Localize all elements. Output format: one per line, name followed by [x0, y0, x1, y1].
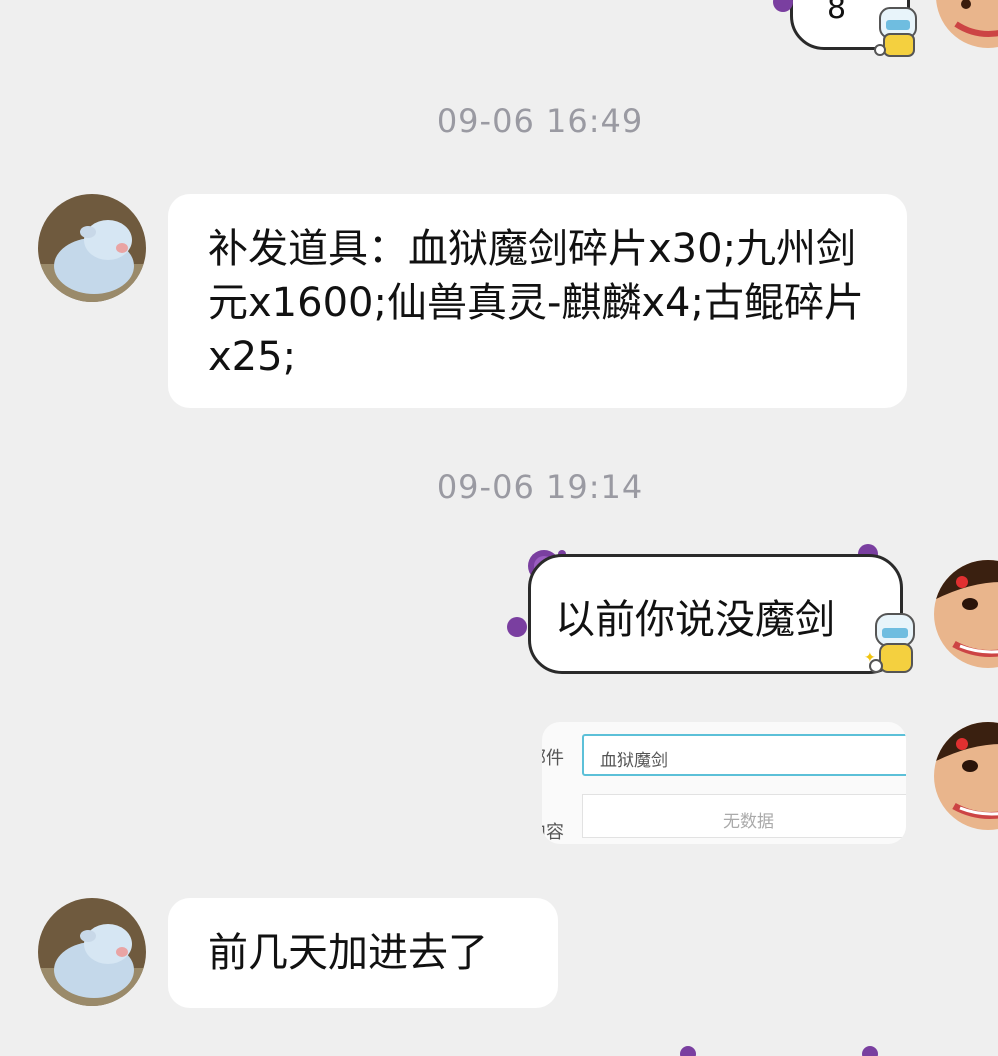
field-label-mail: 邮件: [542, 748, 564, 769]
timestamp-2: 09-06 19:14: [436, 468, 644, 506]
avatar-self-top[interactable]: [936, 0, 998, 48]
search-input[interactable]: 血狱魔剑: [582, 734, 906, 776]
message-text: 补发道具：血狱魔剑碎片x30;九州剑元x1600;仙兽真灵-麒麟x4;古鲲碎片x…: [208, 226, 864, 380]
empty-state-text: 无数据: [723, 812, 774, 832]
message-text: 以前你说没魔剑: [555, 597, 835, 643]
dropdown-panel: 无数据: [582, 794, 906, 838]
virus-sticker-icon: [773, 0, 793, 12]
doctor-sticker-icon: [874, 7, 917, 57]
message-bubble-incoming[interactable]: 补发道具：血狱魔剑碎片x30;九州剑元x1600;仙兽真灵-麒麟x4;古鲲碎片x…: [168, 194, 907, 408]
message-bubble-outgoing[interactable]: 以前你说没魔剑: [528, 554, 903, 674]
virus-sticker-icon: [507, 617, 527, 637]
avatar-self-2[interactable]: [934, 722, 998, 830]
doctor-sticker-icon: ✦: [864, 613, 915, 673]
avatar-other-2[interactable]: [38, 898, 146, 1006]
child-avatar: [934, 722, 998, 830]
message-bubble-incoming[interactable]: 前几天加进去了: [168, 898, 558, 1008]
image-message[interactable]: 邮件 血狱魔剑 内容 无数据: [542, 722, 906, 844]
lamb-avatar: [38, 898, 146, 1006]
field-label-content: 内容: [542, 822, 564, 843]
search-input-value: 血狱魔剑: [600, 751, 668, 771]
child-avatar: [936, 0, 998, 48]
lamb-avatar: [38, 194, 146, 302]
child-avatar: [934, 560, 998, 668]
avatar-other-1[interactable]: [38, 194, 146, 302]
timestamp-1: 09-06 16:49: [436, 102, 644, 140]
message-text: 前几天加进去了: [208, 930, 488, 976]
avatar-self-1[interactable]: [934, 560, 998, 668]
svg-text:✦: ✦: [864, 650, 876, 666]
